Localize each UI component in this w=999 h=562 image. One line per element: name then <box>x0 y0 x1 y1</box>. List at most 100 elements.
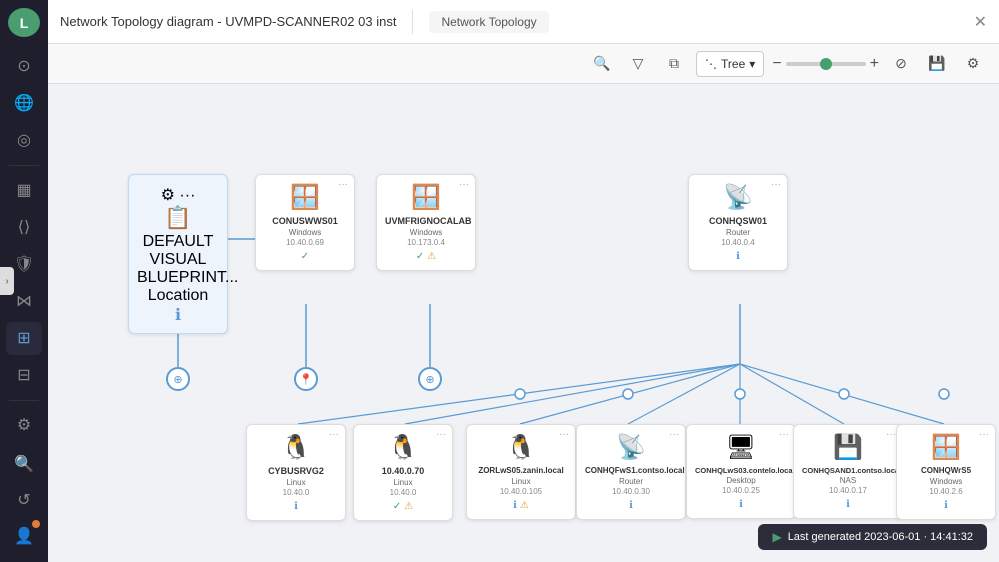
sidebar-item-refresh[interactable]: ↺ <box>6 482 42 518</box>
info-icon: ℹ <box>736 251 740 262</box>
sidebar-item-search[interactable]: 🔍 <box>6 446 42 482</box>
more-icon[interactable]: ··· <box>329 429 339 440</box>
zoom-slider[interactable] <box>786 62 866 66</box>
windows2-name: UVMFRIGNOCALAB <box>385 216 467 227</box>
more-icon[interactable]: ··· <box>459 179 469 190</box>
more-icon[interactable]: ··· <box>886 429 896 440</box>
close-button[interactable]: ✕ <box>974 12 987 32</box>
windows1-ip: 10.40.0.69 <box>264 238 346 247</box>
play-icon: ▶ <box>772 530 781 544</box>
tree-icon: ⋱ <box>705 57 717 71</box>
node-router2[interactable]: ··· 📡 CONHQFwS1.contso.local Router 10.4… <box>576 424 686 520</box>
toolbar: › 🔍 ▽ ⧉ ⋱ Tree ▾ − + ⊘ 💾 ⚙ <box>48 44 999 84</box>
desktop-icon: 🖥 <box>695 433 787 462</box>
windows3-ip: 10.40.2.6 <box>905 487 987 496</box>
windows3-type: Windows <box>905 477 987 486</box>
info-icon: ℹ <box>944 500 948 511</box>
node-windows2[interactable]: ··· 🪟 UVMFRIGNOCALAB Windows 10.173.0.4 … <box>376 174 476 271</box>
node-desktop[interactable]: ··· 🖥 CONHQLwS03.contelo.local Desktop 1… <box>686 424 796 519</box>
expand-arrow[interactable]: › <box>0 267 14 295</box>
node-router1[interactable]: ··· 📡 CONHQSW01 Router 10.40.0.4 ℹ <box>688 174 788 271</box>
sidebar-item-code[interactable]: ⟨⟩ <box>6 211 42 244</box>
windows3-status: ℹ <box>905 500 987 511</box>
zoom-thumb <box>820 58 832 70</box>
tree-label: Tree <box>721 57 745 71</box>
last-generated-label: Last generated 2023-06-01 · 14:41:32 <box>788 531 973 543</box>
connector-blueprint: ⊕ <box>166 367 190 391</box>
linux1-ip: 10.40.0 <box>255 488 337 497</box>
ok-icon: ✓ <box>301 251 309 262</box>
sidebar-item-dashboard[interactable]: ⊙ <box>6 49 42 82</box>
router1-ip: 10.40.0.4 <box>697 238 779 247</box>
chevron-down-icon: ▾ <box>749 57 755 71</box>
sidebar-item-chart[interactable]: ◎ <box>6 124 42 157</box>
info-icon: ℹ <box>175 307 181 324</box>
clone-button[interactable]: ⧉ <box>660 50 688 78</box>
windows1-icon: 🪟 <box>264 183 346 212</box>
connector-windows1: 📍 <box>294 367 318 391</box>
router2-ip: 10.40.0.30 <box>585 487 677 496</box>
more-icon[interactable]: ··· <box>179 187 195 204</box>
ok-icon: ✓ <box>393 501 401 512</box>
blueprint-icon: 📋 <box>137 205 219 231</box>
title-separator <box>412 10 413 34</box>
config-button[interactable]: ⚙ <box>959 50 987 78</box>
node-windows1[interactable]: ··· 🪟 CONUSWWS01 Windows 10.40.0.69 ✓ <box>255 174 355 271</box>
more-icon[interactable]: ··· <box>771 179 781 190</box>
node-linux1[interactable]: ··· 🐧 CYBUSRVG2 Linux 10.40.0 ℹ <box>246 424 346 521</box>
network-canvas[interactable]: ⚙ ··· 📋 DEFAULT VISUAL BLUEPRINT... Loca… <box>48 84 999 562</box>
more-icon[interactable]: ··· <box>979 429 989 440</box>
windows3-name: CONHQWrS5 <box>905 466 987 476</box>
more-icon[interactable]: ··· <box>436 429 446 440</box>
info-icon: ℹ <box>739 499 743 510</box>
avatar[interactable]: L <box>8 8 40 37</box>
warn-icon: ⚠ <box>427 251 436 262</box>
linux2-icon: 🐧 <box>362 433 444 462</box>
save-button[interactable]: 💾 <box>923 50 951 78</box>
router1-icon: 📡 <box>697 183 779 212</box>
network-topology-tab[interactable]: Network Topology <box>429 11 548 33</box>
linux3-status: ℹ ⚠ <box>475 500 567 511</box>
linux3-type: Linux <box>475 477 567 486</box>
windows3-icon: 🪟 <box>905 433 987 462</box>
more-icon[interactable]: ··· <box>669 429 679 440</box>
disable-button[interactable]: ⊘ <box>887 50 915 78</box>
sidebar-item-settings[interactable]: ⚙ <box>6 409 42 442</box>
zoom-in-button[interactable]: + <box>870 55 879 73</box>
info-icon: ℹ <box>629 500 633 511</box>
more-icon[interactable]: ··· <box>779 429 789 440</box>
node-windows3[interactable]: ··· 🪟 CONHQWrS5 Windows 10.40.2.6 ℹ <box>896 424 996 520</box>
node-linux3[interactable]: ··· 🐧 ZORLwS05.zanin.local Linux 10.40.0… <box>466 424 576 520</box>
node-linux2[interactable]: ··· 🐧 10.40.0.70 Linux 10.40.0 ✓ ⚠ <box>353 424 453 521</box>
zoom-out-button[interactable]: − <box>772 55 781 73</box>
desktop-ip: 10.40.0.25 <box>695 486 787 495</box>
linux3-icon: 🐧 <box>475 433 567 462</box>
more-icon[interactable]: ··· <box>559 429 569 440</box>
router1-name: CONHQSW01 <box>697 216 779 227</box>
more-icon[interactable]: ··· <box>338 179 348 190</box>
node-nas[interactable]: ··· 💾 CONHQSAND1.contso.local NAS 10.40.… <box>793 424 903 519</box>
settings-icon[interactable]: ⚙ <box>161 187 175 204</box>
filter-button[interactable]: ▽ <box>624 50 652 78</box>
nas-status: ℹ <box>802 499 894 510</box>
sidebar-item-network[interactable]: ⊞ <box>6 322 42 355</box>
windows1-type: Windows <box>264 228 346 237</box>
nas-name: CONHQSAND1.contso.local <box>802 466 894 475</box>
sidebar-item-globe[interactable]: 🌐 <box>6 86 42 119</box>
info-icon: ℹ <box>846 499 850 510</box>
search-button[interactable]: 🔍 <box>588 50 616 78</box>
router2-name: CONHQFwS1.contso.local <box>585 466 677 476</box>
node-blueprint[interactable]: ⚙ ··· 📋 DEFAULT VISUAL BLUEPRINT... Loca… <box>128 174 228 334</box>
router2-type: Router <box>585 477 677 486</box>
sidebar-item-user[interactable]: 👤 <box>6 518 42 554</box>
tree-dropdown[interactable]: ⋱ Tree ▾ <box>696 51 764 77</box>
linux1-type: Linux <box>255 478 337 487</box>
windows2-status: ✓ ⚠ <box>385 251 467 262</box>
nas-icon: 💾 <box>802 433 894 462</box>
sidebar-item-building[interactable]: ⊟ <box>6 359 42 392</box>
windows2-icon: 🪟 <box>385 183 467 212</box>
divider-1 <box>9 165 39 166</box>
nas-type: NAS <box>802 476 894 485</box>
linux2-type: Linux <box>362 478 444 487</box>
sidebar-item-monitor[interactable]: ▦ <box>6 174 42 207</box>
